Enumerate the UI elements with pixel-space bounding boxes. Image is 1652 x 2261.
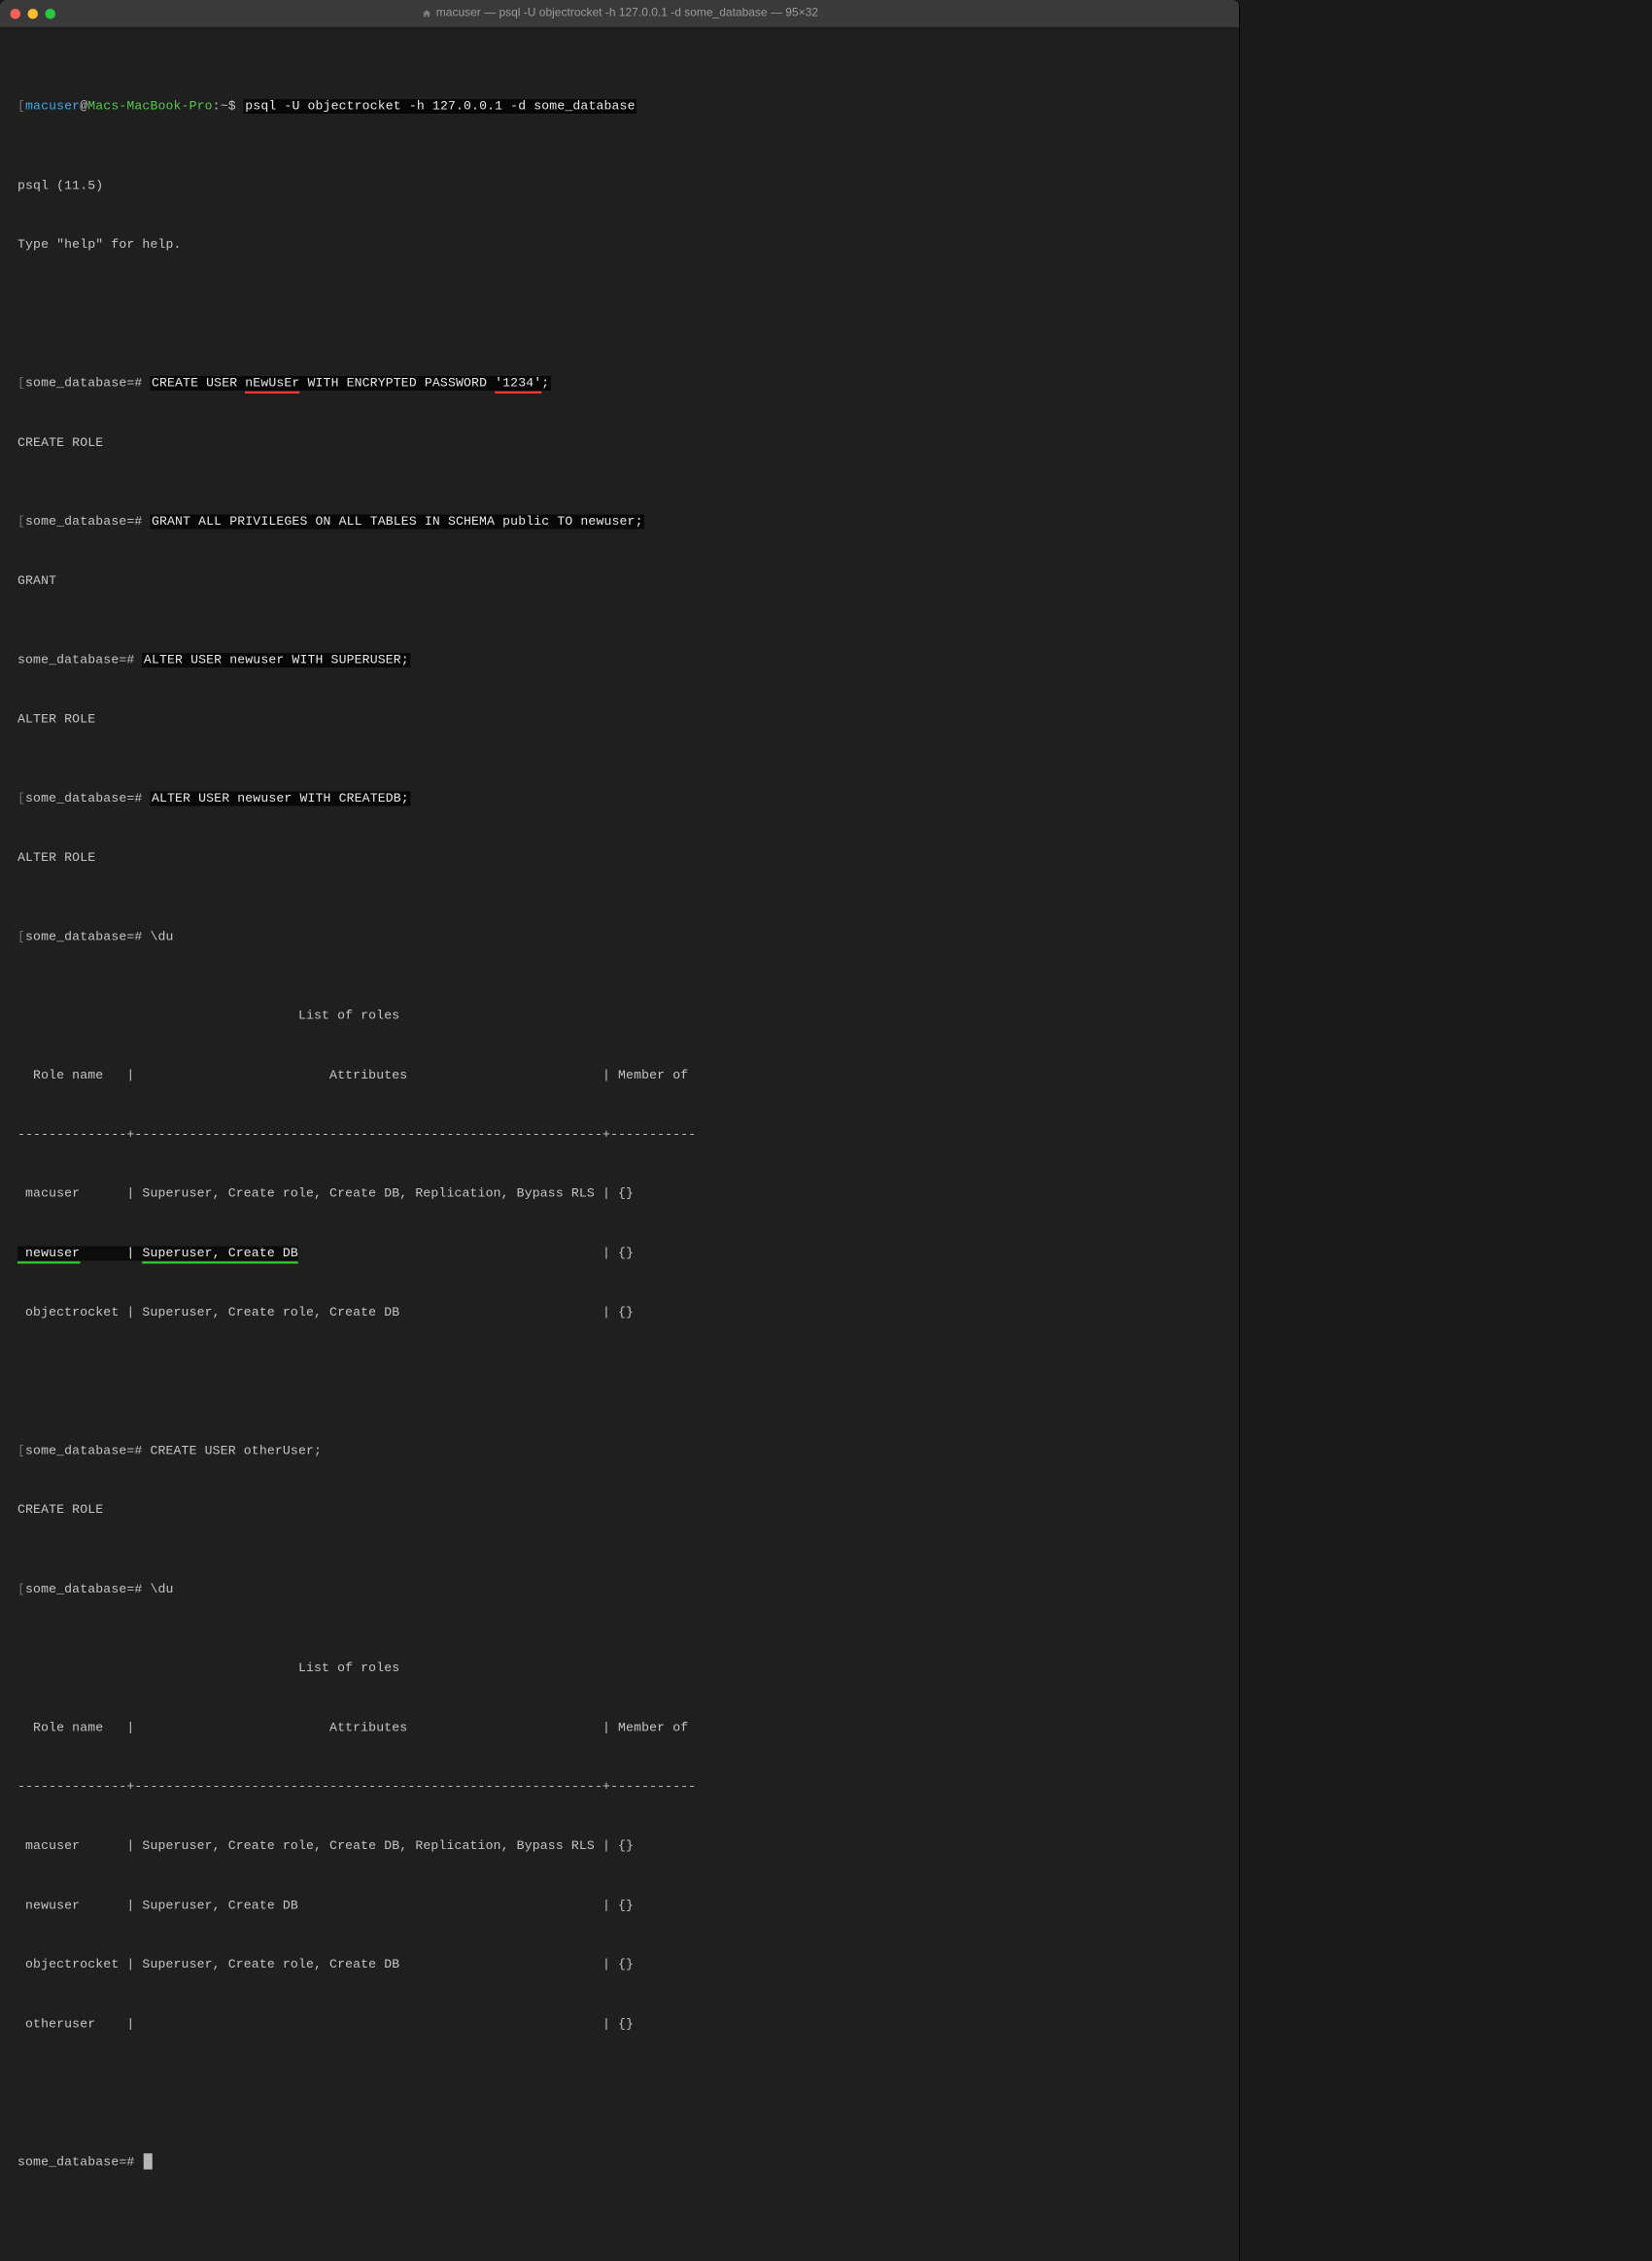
output-psql-version: psql (11.5) [17,176,1222,195]
window-title: macuser — psql -U objectrocket -h 127.0.… [55,5,1186,23]
output-grant: GRANT [17,571,1222,591]
cursor-icon [144,2154,153,2171]
sql-alter-createdb-line: [some_database=# ALTER USER newuser WITH… [17,789,1222,808]
roles-table2-title: List of roles [17,1659,1222,1678]
window-title-text: macuser — psql -U objectrocket -h 127.0.… [436,5,818,23]
sql-password: '1234' [495,376,541,394]
roles-table2-row: macuser | Superuser, Create role, Create… [17,1836,1222,1856]
sql-grant-line: [some_database=# GRANT ALL PRIVILEGES ON… [17,512,1222,531]
output-create-role-2: CREATE ROLE [17,1500,1222,1520]
db-prompt-cursor[interactable]: some_database=# [17,2153,1222,2173]
roles-table2-sep: --------------+-------------------------… [17,1777,1222,1797]
window-controls [11,9,56,19]
minimize-icon[interactable] [28,9,39,19]
terminal-window: macuser — psql -U objectrocket -h 127.0.… [0,0,1239,2261]
command-psql: psql -U objectrocket -h 127.0.0.1 -d som… [244,99,637,114]
output-help-hint: Type "help" for help. [17,235,1222,255]
sql-create-other-line: [some_database=# CREATE USER otherUser; [17,1441,1222,1460]
output-alter-role-2: ALTER ROLE [17,848,1222,868]
roles-table1-title: List of roles [17,1007,1222,1026]
sql-create-user-line: [some_database=# CREATE USER nEwUsEr WIT… [17,374,1222,394]
roles-table1-row: objectrocket | Superuser, Create role, C… [17,1303,1222,1322]
roles-table2-row: newuser | Superuser, Create DB | {} [17,1896,1222,1915]
sql-username: nEwUsEr [245,376,299,394]
sql-du-1: [some_database=# \du [17,927,1222,946]
home-icon [423,9,432,18]
output-alter-role-1: ALTER ROLE [17,710,1222,730]
output-create-role: CREATE ROLE [17,433,1222,453]
sql-du-2: [some_database=# \du [17,1580,1222,1599]
prompt-user: macuser [25,99,80,114]
roles-table1-sep: --------------+-------------------------… [17,1125,1222,1145]
shell-prompt-line: [macuser@Macs-MacBook-Pro:~$ psql -U obj… [17,97,1222,117]
prompt-path: ~ [221,99,228,114]
roles-table1-cols: Role name | Attributes | Member of [17,1066,1222,1085]
roles-table2-row: otheruser | | {} [17,2014,1222,2034]
titlebar: macuser — psql -U objectrocket -h 127.0.… [0,0,1239,28]
zoom-icon[interactable] [46,9,56,19]
close-icon[interactable] [11,9,21,19]
sql-alter-super-line: some_database=# ALTER USER newuser WITH … [17,651,1222,670]
terminal-body[interactable]: [macuser@Macs-MacBook-Pro:~$ psql -U obj… [0,28,1239,2261]
prompt-host: Macs-MacBook-Pro [87,99,212,114]
roles-table1-row-selected: newuser | Superuser, Create DB | {} [17,1244,1222,1263]
roles-table2-cols: Role name | Attributes | Member of [17,1718,1222,1737]
roles-table2-row: objectrocket | Superuser, Create role, C… [17,1955,1222,1974]
roles-table1-row: macuser | Superuser, Create role, Create… [17,1184,1222,1204]
